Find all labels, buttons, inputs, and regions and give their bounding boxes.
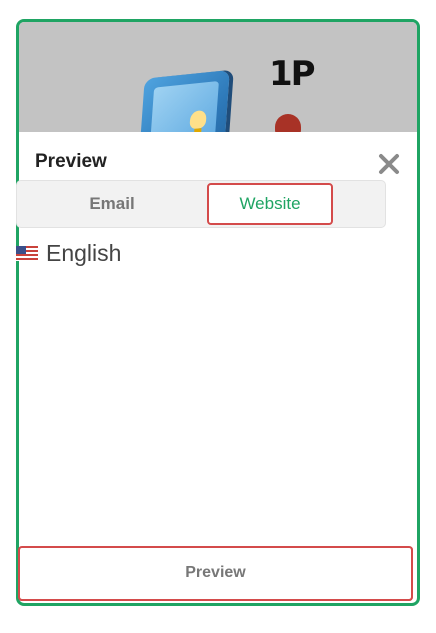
preview-type-tabs: Email Website [16, 180, 386, 228]
us-flag-icon [16, 245, 38, 261]
close-icon[interactable] [377, 152, 401, 176]
phone-screen [147, 80, 219, 132]
language-item-english[interactable]: English [16, 238, 121, 268]
banner-logo-text: 1P [269, 54, 316, 94]
language-label: English [46, 239, 122, 266]
banner-image: 1P [19, 22, 417, 132]
preview-modal: 1P Preview [16, 19, 420, 606]
phone-illustration [136, 69, 230, 132]
modal-title: Preview [35, 151, 107, 172]
person-illustration [275, 114, 301, 132]
lightbulb-icon [189, 109, 207, 130]
tab-email[interactable]: Email [17, 181, 207, 227]
preview-button[interactable]: Preview [18, 546, 413, 601]
tab-website[interactable]: Website [207, 183, 333, 225]
